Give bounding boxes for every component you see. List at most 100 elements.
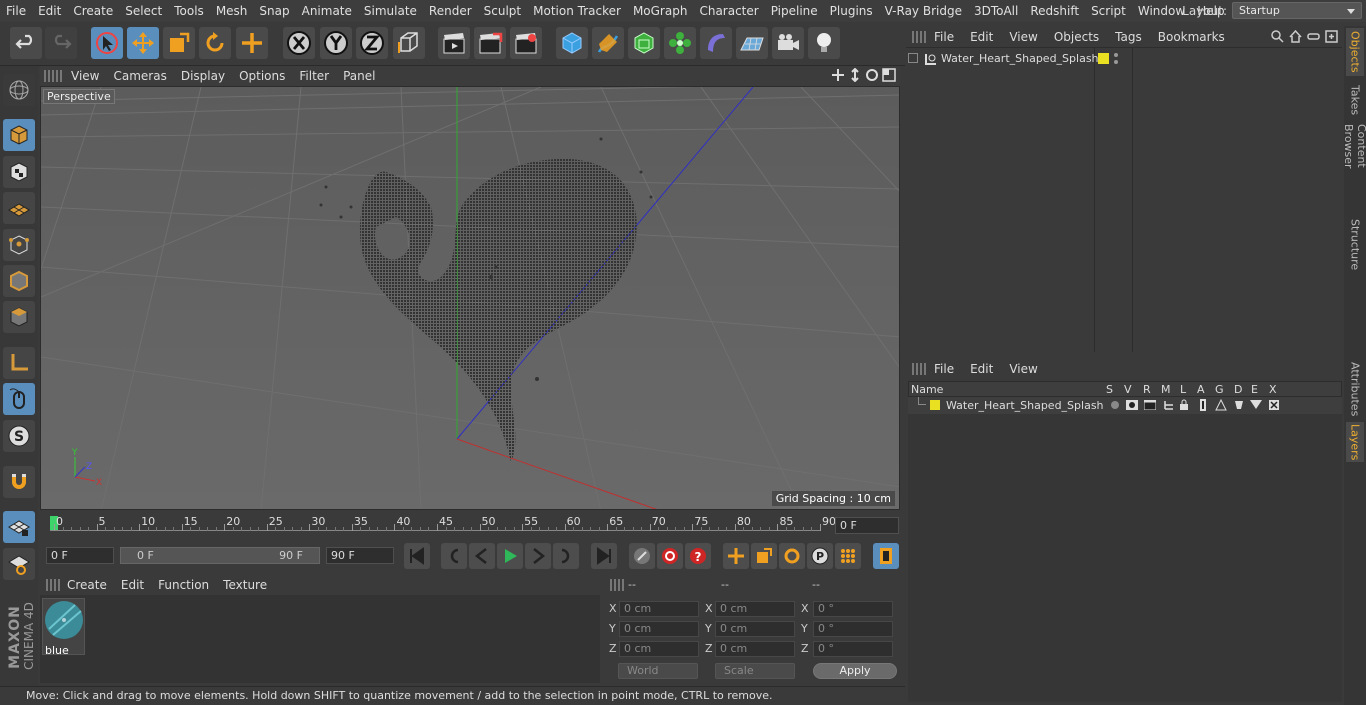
col-view[interactable]: V <box>1124 383 1132 396</box>
key-pla-button[interactable] <box>835 543 861 569</box>
viewport-menu-panel[interactable]: Panel <box>336 69 382 83</box>
objects-menu-bookmarks[interactable]: Bookmarks <box>1150 30 1233 44</box>
current-frame-field[interactable]: 0 F <box>835 517 899 534</box>
viewport-menu-options[interactable]: Options <box>232 69 292 83</box>
autokey-button[interactable] <box>657 543 683 569</box>
record-keys-button[interactable] <box>629 543 655 569</box>
expand-icon[interactable] <box>908 53 918 63</box>
rotate-tool-button[interactable] <box>199 27 231 59</box>
menu-mograph[interactable]: MoGraph <box>627 0 694 22</box>
drag-handle-icon[interactable] <box>46 579 60 591</box>
menu-edit[interactable]: Edit <box>32 0 67 22</box>
render-picture-viewer-button[interactable] <box>474 27 506 59</box>
live-selection-button[interactable] <box>91 27 123 59</box>
enable-axis-button[interactable] <box>3 347 35 379</box>
tab-layers[interactable]: Layers <box>1346 422 1364 462</box>
maximize-view-icon[interactable] <box>882 68 896 82</box>
layer-render-icon[interactable] <box>1144 400 1156 410</box>
menu-animate[interactable]: Animate <box>296 0 358 22</box>
tab-attributes[interactable]: Attributes <box>1346 360 1364 418</box>
menu-script[interactable]: Script <box>1085 0 1132 22</box>
apply-button[interactable]: Apply <box>813 663 897 679</box>
pos-x-field[interactable]: 0 cm <box>619 601 699 617</box>
end-frame-field[interactable]: 90 F <box>326 547 394 564</box>
col-manager[interactable]: M <box>1161 383 1171 396</box>
object-row[interactable]: Water_Heart_Shaped_Splash <box>906 51 1336 69</box>
coord-mode-select[interactable]: World <box>618 663 698 679</box>
col-animation[interactable]: A <box>1197 383 1205 396</box>
edges-mode-button[interactable] <box>3 265 35 297</box>
texture-mode-button[interactable] <box>3 156 35 188</box>
drag-handle-icon[interactable] <box>610 579 624 591</box>
drag-handle-icon[interactable] <box>912 363 926 375</box>
recent-tool-button[interactable] <box>236 27 268 59</box>
col-expressions[interactable]: E <box>1251 383 1258 396</box>
pan-view-icon[interactable] <box>831 68 845 82</box>
mograph-cloner-button[interactable] <box>664 27 696 59</box>
render-settings-button[interactable] <box>510 27 542 59</box>
timeline-ruler[interactable]: 0 5 10 15 20 25 30 35 40 45 50 55 60 65 70 75 80 85 90 0 F <box>40 512 900 536</box>
menu-plugins[interactable]: Plugins <box>824 0 879 22</box>
size-y-field[interactable]: 0 cm <box>715 621 795 637</box>
material-menu-texture[interactable]: Texture <box>216 578 274 592</box>
objects-menu-edit[interactable]: Edit <box>962 30 1001 44</box>
menu-vray-bridge[interactable]: V-Ray Bridge <box>879 0 968 22</box>
tab-content-browser[interactable]: Content Browser <box>1342 124 1366 208</box>
pos-y-field[interactable]: 0 cm <box>619 621 699 637</box>
new-window-icon[interactable] <box>1325 30 1338 43</box>
light-button[interactable] <box>808 27 840 59</box>
layer-generator-icon[interactable] <box>1215 399 1227 411</box>
rot-b-field[interactable]: 0 ° <box>813 641 893 657</box>
col-deformers[interactable]: D <box>1234 383 1242 396</box>
menu-pipeline[interactable]: Pipeline <box>765 0 824 22</box>
material-menu-edit[interactable]: Edit <box>114 578 151 592</box>
drag-handle-icon[interactable] <box>912 30 926 43</box>
layer-view-eye-icon[interactable] <box>1126 400 1138 410</box>
layer-manager-icon[interactable] <box>1163 400 1175 410</box>
material-menu-create[interactable]: Create <box>60 578 114 592</box>
play-button[interactable] <box>497 543 523 569</box>
x-axis-button[interactable] <box>283 27 315 59</box>
tweak-mode-button[interactable] <box>3 383 35 415</box>
layer-xref-icon[interactable] <box>1268 399 1280 411</box>
pos-z-field[interactable]: 0 cm <box>619 641 699 657</box>
layer-animation-icon[interactable] <box>1199 399 1207 411</box>
deformer-button[interactable] <box>700 27 732 59</box>
timeline-window-button[interactable] <box>873 543 899 569</box>
home-icon[interactable] <box>1289 30 1302 43</box>
size-z-field[interactable]: 0 cm <box>715 641 795 657</box>
layers-menu-view[interactable]: View <box>1001 362 1045 376</box>
subdivision-button[interactable] <box>628 27 660 59</box>
y-axis-button[interactable] <box>320 27 352 59</box>
redo-button[interactable] <box>45 27 77 59</box>
coord-size-mode-select[interactable]: Scale <box>715 663 795 679</box>
render-visibility-dot[interactable] <box>1114 60 1118 64</box>
viewport-menu-cameras[interactable]: Cameras <box>106 69 173 83</box>
pen-spline-button[interactable] <box>592 27 624 59</box>
col-render[interactable]: R <box>1143 383 1151 396</box>
objects-menu-view[interactable]: View <box>1001 30 1045 44</box>
floor-button[interactable] <box>736 27 768 59</box>
menu-snap[interactable]: Snap <box>253 0 295 22</box>
layer-solo-icon[interactable] <box>1111 401 1119 409</box>
size-x-field[interactable]: 0 cm <box>715 601 795 617</box>
menu-tools[interactable]: Tools <box>168 0 210 22</box>
camera-button[interactable] <box>772 27 804 59</box>
col-locked[interactable]: L <box>1180 383 1186 396</box>
key-rotation-button[interactable] <box>779 543 805 569</box>
workplane-button[interactable] <box>3 192 35 224</box>
menu-redshift[interactable]: Redshift <box>1024 0 1085 22</box>
col-generators[interactable]: G <box>1215 383 1224 396</box>
z-axis-button[interactable] <box>356 27 388 59</box>
rotate-view-icon[interactable] <box>865 68 879 82</box>
material-menu-function[interactable]: Function <box>151 578 216 592</box>
tab-objects[interactable]: Objects <box>1346 28 1364 76</box>
cube-button[interactable] <box>556 27 588 59</box>
goto-end-button[interactable] <box>591 543 617 569</box>
layout-select[interactable]: Startup <box>1232 2 1362 19</box>
snap-button[interactable] <box>3 466 35 498</box>
tab-structure[interactable]: Structure <box>1346 218 1364 272</box>
menu-select[interactable]: Select <box>119 0 168 22</box>
layer-name[interactable]: Water_Heart_Shaped_Splash <box>946 399 1104 412</box>
key-param-button[interactable]: P <box>807 543 833 569</box>
